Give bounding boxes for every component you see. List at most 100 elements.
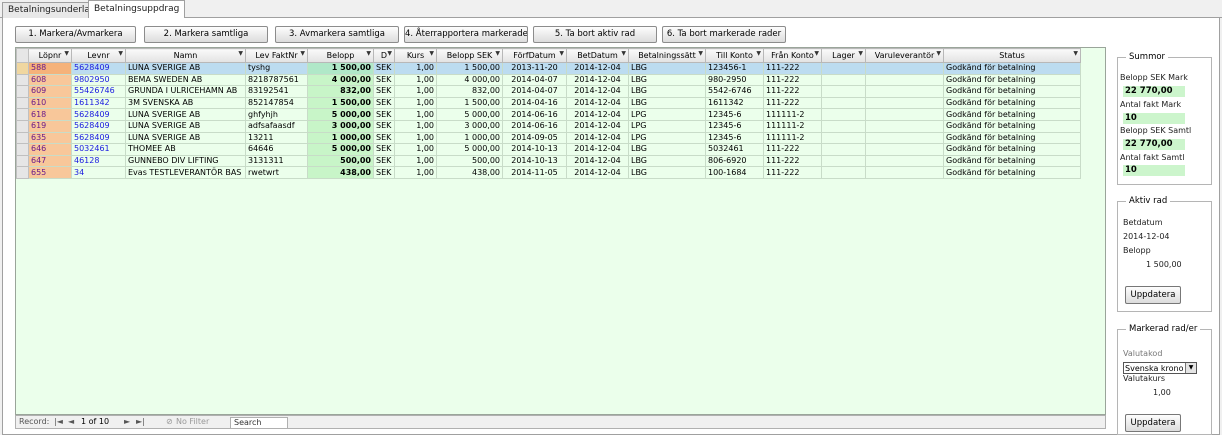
table-cell[interactable] (821, 62, 866, 75)
sort-arrow-icon[interactable]: ▼ (366, 50, 371, 57)
table-cell[interactable]: LPG (628, 119, 706, 133)
table-cell[interactable]: SEK (373, 131, 395, 145)
table-cell[interactable]: Godkänd för betalning (943, 166, 1081, 179)
table-cell[interactable] (865, 131, 944, 145)
ta-bort-markerade-rader-button[interactable]: 6. Ta bort markerade rader (662, 26, 786, 43)
table-cell[interactable] (865, 143, 944, 156)
table-cell[interactable]: LUNA SVERIGE AB (125, 119, 246, 133)
table-cell[interactable]: 2014-10-13 (502, 154, 567, 168)
table-cell[interactable]: 4 000,00 (307, 73, 374, 87)
tab-betalningsunderlag[interactable]: Betalningsunderlag (2, 2, 102, 18)
table-row[interactable]: 619 5628409 LUNA SVERIGE AB adfsafaasdf 3 00… (16, 119, 1081, 133)
table-cell[interactable]: 5 000,00 (436, 108, 503, 121)
table-cell[interactable]: 438,00 (436, 166, 503, 179)
table-cell[interactable]: 646 (28, 143, 72, 156)
table-cell[interactable]: 500,00 (307, 154, 374, 168)
table-row[interactable]: 609 55426746 GRUNDA I ULRICEHAMN AB 8319254… (16, 85, 1081, 98)
table-cell[interactable]: LBG (628, 143, 706, 156)
table-cell[interactable]: 13211 (245, 131, 308, 145)
table-row[interactable]: 618 5628409 LUNA SVERIGE AB ghfyhjh 5 000,00… (16, 108, 1081, 121)
col-betdatum[interactable]: BetDatum ▼ (566, 48, 629, 63)
prev-record-button[interactable]: ◄ (68, 417, 74, 426)
next-record-button[interactable]: ► (124, 417, 130, 426)
sort-arrow-icon[interactable]: ▼ (495, 50, 500, 57)
table-cell[interactable]: 111111-2 (763, 131, 822, 145)
table-cell[interactable]: Godkänd för betalning (943, 85, 1081, 98)
row-selector[interactable] (16, 96, 29, 110)
no-filter-button[interactable]: No Filter (176, 417, 209, 426)
table-cell[interactable]: LUNA SVERIGE AB (125, 108, 246, 121)
row-selector[interactable] (16, 108, 29, 121)
table-cell[interactable]: 111-222 (763, 143, 822, 156)
sort-arrow-icon[interactable]: ▼ (814, 50, 819, 57)
row-selector[interactable] (16, 119, 29, 133)
record-position[interactable]: 1 of 10 (81, 417, 109, 426)
markera-avmarkera-button[interactable]: 1. Markera/Avmarkera (15, 26, 136, 43)
table-cell[interactable]: 655 (28, 166, 72, 179)
valutakod-select[interactable]: Svenska kronor ▼ (1123, 362, 1197, 374)
select-all-cell[interactable] (16, 48, 29, 63)
table-cell[interactable]: 9802950 (71, 73, 126, 87)
table-cell[interactable]: 1 500,00 (436, 96, 503, 110)
sort-arrow-icon[interactable]: ▼ (756, 50, 761, 57)
table-cell[interactable]: Godkänd för betalning (943, 143, 1081, 156)
table-cell[interactable] (821, 143, 866, 156)
table-cell[interactable]: 806-6920 (705, 154, 764, 168)
col-kurs[interactable]: Kurs ▼ (394, 48, 437, 63)
uppdatera-markerad-button[interactable]: Uppdatera (1125, 414, 1181, 432)
table-cell[interactable]: 2014-12-04 (566, 108, 629, 121)
table-cell[interactable]: 111-222 (763, 85, 822, 98)
table-cell[interactable]: 2014-12-04 (566, 166, 629, 179)
sort-arrow-icon[interactable]: ▼ (387, 50, 392, 57)
table-cell[interactable]: 1 000,00 (436, 131, 503, 145)
sort-arrow-icon[interactable]: ▼ (698, 50, 703, 57)
table-cell[interactable]: 1,00 (394, 143, 437, 156)
table-cell[interactable]: GUNNEBO DIV LIFTING (125, 154, 246, 168)
row-selector[interactable] (16, 131, 29, 145)
col-levnr[interactable]: Levnr ▼ (71, 48, 126, 63)
table-cell[interactable]: 111-222 (763, 73, 822, 87)
markera-samtliga-button[interactable]: 2. Markera samtliga (144, 26, 268, 43)
table-cell[interactable]: LPG (628, 131, 706, 145)
table-cell[interactable]: 2014-11-05 (502, 166, 567, 179)
table-cell[interactable]: 111111-2 (763, 108, 822, 121)
row-selector[interactable] (16, 62, 29, 75)
belopp-value[interactable]: 1 500,00 (1146, 260, 1182, 269)
table-cell[interactable]: GRUNDA I ULRICEHAMN AB (125, 85, 246, 98)
table-cell[interactable]: 1,00 (394, 166, 437, 179)
table-cell[interactable]: THOMEE AB (125, 143, 246, 156)
table-cell[interactable]: 55426746 (71, 85, 126, 98)
table-cell[interactable]: 832,00 (436, 85, 503, 98)
avmarkera-samtliga-button[interactable]: 3. Avmarkera samtliga (275, 26, 399, 43)
table-cell[interactable]: 12345-6 (705, 119, 764, 133)
table-cell[interactable]: 1 500,00 (307, 96, 374, 110)
table-cell[interactable]: LBG (628, 166, 706, 179)
table-cell[interactable]: LBG (628, 85, 706, 98)
table-cell[interactable]: SEK (373, 85, 395, 98)
table-cell[interactable]: 1 500,00 (307, 62, 374, 75)
table-row[interactable]: 647 46128 GUNNEBO DIV LIFTING 3131311 500,00… (16, 154, 1081, 168)
table-cell[interactable]: LBG (628, 154, 706, 168)
col-lager[interactable]: Lager ▼ (821, 48, 866, 63)
table-cell[interactable]: 647 (28, 154, 72, 168)
table-cell[interactable]: 3M SVENSKA AB (125, 96, 246, 110)
table-cell[interactable]: 2014-04-07 (502, 73, 567, 87)
col-till-konto[interactable]: Till Konto ▼ (705, 48, 764, 63)
table-cell[interactable]: 619 (28, 119, 72, 133)
row-selector[interactable] (16, 85, 29, 98)
sort-arrow-icon[interactable]: ▼ (858, 50, 863, 57)
table-cell[interactable]: 3 000,00 (436, 119, 503, 133)
col-lopnr[interactable]: Löpnr ▼ (28, 48, 72, 63)
ta-bort-aktiv-rad-button[interactable]: 5. Ta bort aktiv rad (533, 26, 657, 43)
table-cell[interactable]: 1,00 (394, 154, 437, 168)
table-cell[interactable]: ghfyhjh (245, 108, 308, 121)
table-cell[interactable]: 852147854 (245, 96, 308, 110)
table-cell[interactable]: 111-222 (763, 166, 822, 179)
table-row[interactable]: 635 5628409 LUNA SVERIGE AB 13211 1 000,00 SE… (16, 131, 1081, 145)
sort-arrow-icon[interactable]: ▼ (64, 50, 69, 57)
table-cell[interactable]: 1,00 (394, 73, 437, 87)
table-cell[interactable]: 2014-12-04 (566, 96, 629, 110)
table-cell[interactable]: 2014-04-07 (502, 85, 567, 98)
valutakurs-value[interactable]: 1,00 (1153, 388, 1171, 397)
table-cell[interactable]: 2014-12-04 (566, 131, 629, 145)
